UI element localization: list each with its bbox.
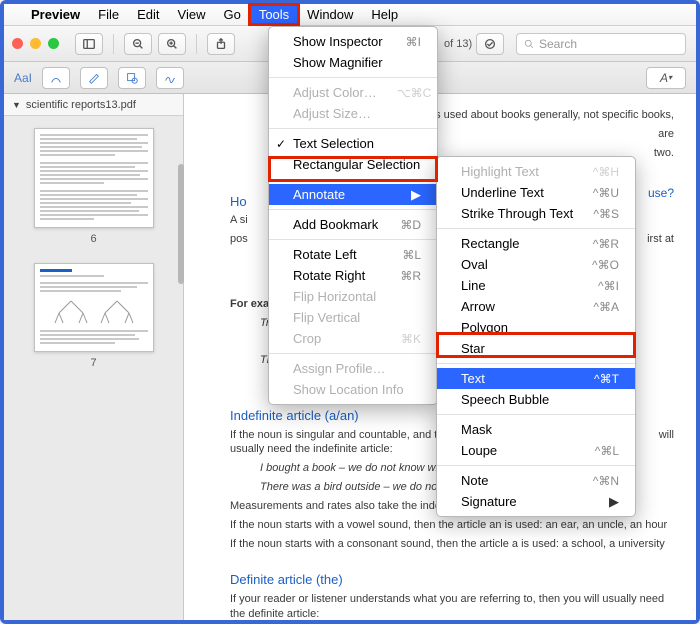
zoom-out-button[interactable] bbox=[124, 33, 152, 55]
menu-show-location: Show Location Info bbox=[269, 379, 437, 400]
app-name[interactable]: Preview bbox=[22, 5, 89, 24]
search-icon bbox=[523, 38, 535, 50]
doc-text: If your reader or listener understands w… bbox=[230, 592, 678, 620]
doc-text: If the noun starts with a consonant soun… bbox=[230, 537, 678, 552]
menu-underline-text[interactable]: Underline Text^⌘U bbox=[437, 182, 635, 203]
menu-show-inspector[interactable]: Show Inspector⌘I bbox=[269, 31, 437, 52]
menu-flip-vertical: Flip Vertical bbox=[269, 307, 437, 328]
disclosure-triangle-icon: ▼ bbox=[12, 100, 21, 110]
menu-speech-bubble[interactable]: Speech Bubble bbox=[437, 389, 635, 410]
zoom-in-button[interactable] bbox=[158, 33, 186, 55]
menu-tools[interactable]: Tools bbox=[250, 5, 298, 24]
page-indicator: of 13) bbox=[444, 38, 472, 50]
separator bbox=[196, 34, 197, 54]
menu-line[interactable]: Line^⌘I bbox=[437, 275, 635, 296]
checkmark-icon: ✓ bbox=[276, 137, 286, 151]
doc-text: If the noun starts with a vowel sound, t… bbox=[230, 518, 678, 533]
doc-heading: Ho bbox=[230, 193, 247, 211]
menu-assign-profile: Assign Profile… bbox=[269, 358, 437, 379]
sidebar-tab[interactable]: ▼ scientific reports13.pdf bbox=[4, 94, 183, 116]
shapes-button[interactable] bbox=[118, 67, 146, 89]
menu-add-bookmark[interactable]: Add Bookmark⌘D bbox=[269, 214, 437, 235]
sketch-button[interactable] bbox=[42, 67, 70, 89]
menu-arrow[interactable]: Arrow^⌘A bbox=[437, 296, 635, 317]
search-placeholder: Search bbox=[539, 37, 577, 51]
menu-rotate-right[interactable]: Rotate Right⌘R bbox=[269, 265, 437, 286]
page-number: 6 bbox=[34, 233, 154, 245]
menu-text[interactable]: Text^⌘T bbox=[437, 368, 635, 389]
menu-view[interactable]: View bbox=[169, 5, 215, 24]
doc-text: irst at bbox=[647, 232, 674, 247]
menu-window[interactable]: Window bbox=[298, 5, 362, 24]
menu-file[interactable]: File bbox=[89, 5, 128, 24]
tools-menu: Show Inspector⌘I Show Magnifier Adjust C… bbox=[268, 26, 438, 405]
submenu-arrow-icon: ▶ bbox=[411, 187, 421, 203]
menu-signature[interactable]: Signature▶ bbox=[437, 491, 635, 512]
doc-text: will bbox=[659, 428, 674, 443]
menu-star[interactable]: Star bbox=[437, 338, 635, 359]
menu-annotate[interactable]: Annotate▶ bbox=[269, 184, 437, 205]
menu-help[interactable]: Help bbox=[362, 5, 407, 24]
annotate-submenu: Highlight Text^⌘H Underline Text^⌘U Stri… bbox=[436, 156, 636, 517]
page-number: 7 bbox=[34, 357, 154, 369]
menu-show-magnifier[interactable]: Show Magnifier bbox=[269, 52, 437, 73]
menu-highlight-text: Highlight Text^⌘H bbox=[437, 161, 635, 182]
thumbnail-page-7[interactable]: 7 bbox=[34, 263, 154, 369]
menu-adjust-color: Adjust Color…⌥⌘C bbox=[269, 82, 437, 103]
minimize-button[interactable] bbox=[30, 38, 41, 49]
menu-text-selection[interactable]: ✓Text Selection bbox=[269, 133, 437, 154]
menu-mask[interactable]: Mask bbox=[437, 419, 635, 440]
doc-text: use? bbox=[648, 185, 674, 214]
sidebar-toggle-button[interactable] bbox=[75, 33, 103, 55]
menu-strike-text[interactable]: Strike Through Text^⌘S bbox=[437, 203, 635, 224]
sign-button[interactable] bbox=[156, 67, 184, 89]
menu-rotate-left[interactable]: Rotate Left⌘L bbox=[269, 244, 437, 265]
menu-rectangle[interactable]: Rectangle^⌘R bbox=[437, 233, 635, 254]
menu-crop: Crop⌘K bbox=[269, 328, 437, 349]
menu-note[interactable]: Note^⌘N bbox=[437, 470, 635, 491]
doc-text: pos bbox=[230, 232, 248, 247]
menu-loupe[interactable]: Loupe^⌘L bbox=[437, 440, 635, 461]
submenu-arrow-icon: ▶ bbox=[609, 494, 619, 510]
thumbnail-list: 6 7 bbox=[4, 116, 183, 381]
doc-text: If the noun is singular and countable, a… bbox=[230, 428, 451, 443]
draw-button[interactable] bbox=[80, 67, 108, 89]
zoom-button[interactable] bbox=[48, 38, 59, 49]
close-button[interactable] bbox=[12, 38, 23, 49]
window-controls bbox=[12, 38, 59, 49]
thumbnail-page-6[interactable]: 6 bbox=[34, 128, 154, 245]
doc-heading-definite: Definite article (the) bbox=[230, 571, 678, 589]
menu-adjust-size: Adjust Size… bbox=[269, 103, 437, 124]
filename-label: scientific reports13.pdf bbox=[26, 99, 136, 111]
menu-flip-horizontal: Flip Horizontal bbox=[269, 286, 437, 307]
menu-rectangular-selection[interactable]: Rectangular Selection bbox=[269, 154, 437, 175]
menu-go[interactable]: Go bbox=[214, 5, 249, 24]
menubar: Preview File Edit View Go Tools Window H… bbox=[4, 4, 696, 26]
font-style-button[interactable]: A ▾ bbox=[646, 67, 686, 89]
menu-oval[interactable]: Oval^⌘O bbox=[437, 254, 635, 275]
menu-polygon[interactable]: Polygon bbox=[437, 317, 635, 338]
sidebar: ▼ scientific reports13.pdf 6 bbox=[4, 94, 184, 620]
menu-edit[interactable]: Edit bbox=[128, 5, 168, 24]
share-button[interactable] bbox=[207, 33, 235, 55]
search-field[interactable]: Search bbox=[516, 33, 686, 55]
markup-toggle-button[interactable] bbox=[476, 33, 504, 55]
text-style-button[interactable]: AaI bbox=[14, 71, 32, 85]
separator bbox=[113, 34, 114, 54]
